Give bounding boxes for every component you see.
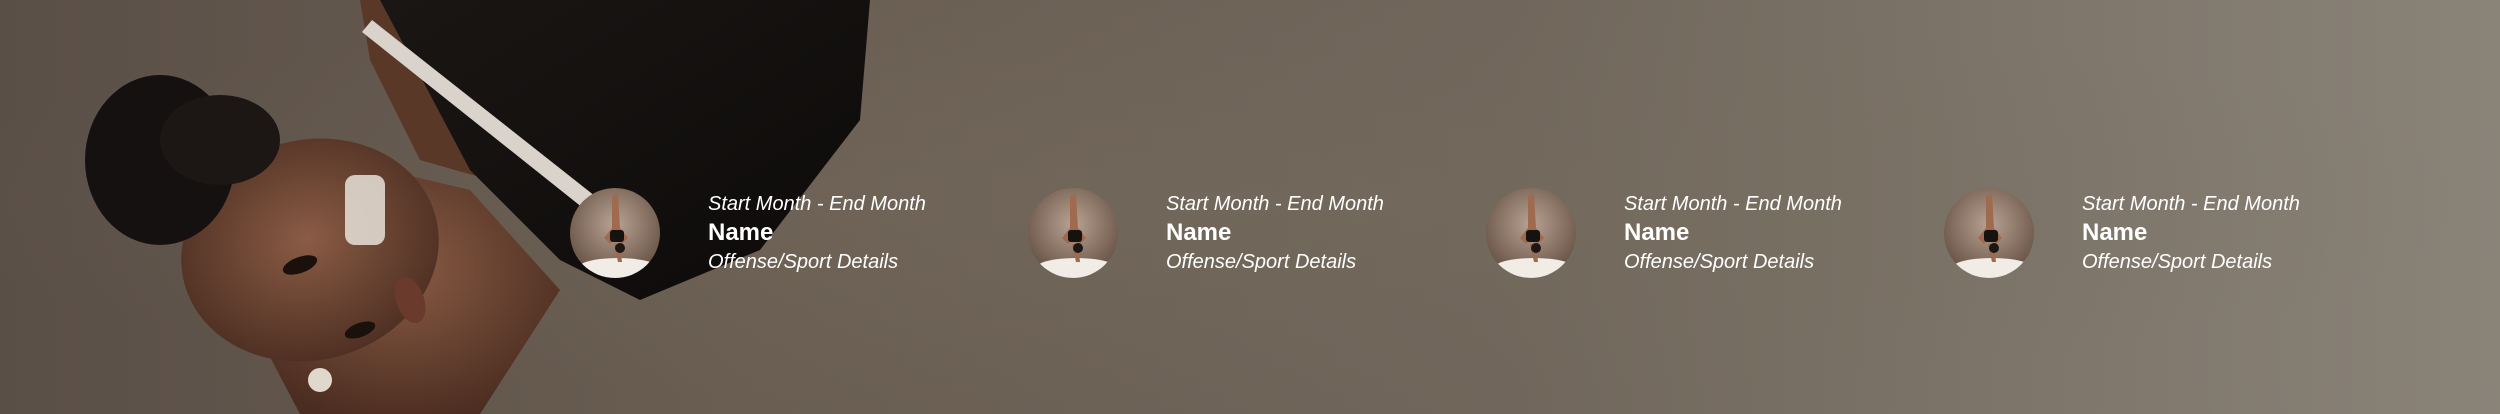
timeline-entry: Start Month - End Month Name Offense/Spo… <box>1028 185 1448 281</box>
timeline-entry: Start Month - End Month Name Offense/Spo… <box>570 185 990 281</box>
date-range: Start Month - End Month <box>2082 193 2300 215</box>
avatar[interactable] <box>1486 188 1576 278</box>
hero-banner: Start Month - End Month Name Offense/Spo… <box>0 0 2500 414</box>
entry-name: Name <box>2082 219 2148 246</box>
timeline-entry: Start Month - End Month Name Offense/Spo… <box>1944 185 2364 281</box>
entry-name: Name <box>1166 219 1232 246</box>
entry-details: Offense/Sport Details <box>708 251 899 273</box>
avatar[interactable] <box>1028 188 1118 278</box>
date-range: Start Month - End Month <box>1166 193 1384 215</box>
handstand-dancer-icon <box>570 188 660 278</box>
timeline-entries: Start Month - End Month Name Offense/Spo… <box>0 0 2500 414</box>
date-range: Start Month - End Month <box>1624 193 1842 215</box>
entry-details: Offense/Sport Details <box>1166 251 1357 273</box>
entry-text: Start Month - End Month Name Offense/Spo… <box>1166 191 1456 275</box>
timeline-entry: Start Month - End Month Name Offense/Spo… <box>1486 185 1906 281</box>
date-range: Start Month - End Month <box>708 193 926 215</box>
entry-name: Name <box>708 219 774 246</box>
entry-details: Offense/Sport Details <box>2082 251 2273 273</box>
entry-text: Start Month - End Month Name Offense/Spo… <box>708 191 998 275</box>
handstand-dancer-icon <box>1486 188 1576 278</box>
handstand-dancer-icon <box>1028 188 1118 278</box>
entry-text: Start Month - End Month Name Offense/Spo… <box>1624 191 1914 275</box>
avatar[interactable] <box>1944 188 2034 278</box>
avatar[interactable] <box>570 188 660 278</box>
entry-text: Start Month - End Month Name Offense/Spo… <box>2082 191 2372 275</box>
entry-name: Name <box>1624 219 1690 246</box>
entry-details: Offense/Sport Details <box>1624 251 1815 273</box>
handstand-dancer-icon <box>1944 188 2034 278</box>
